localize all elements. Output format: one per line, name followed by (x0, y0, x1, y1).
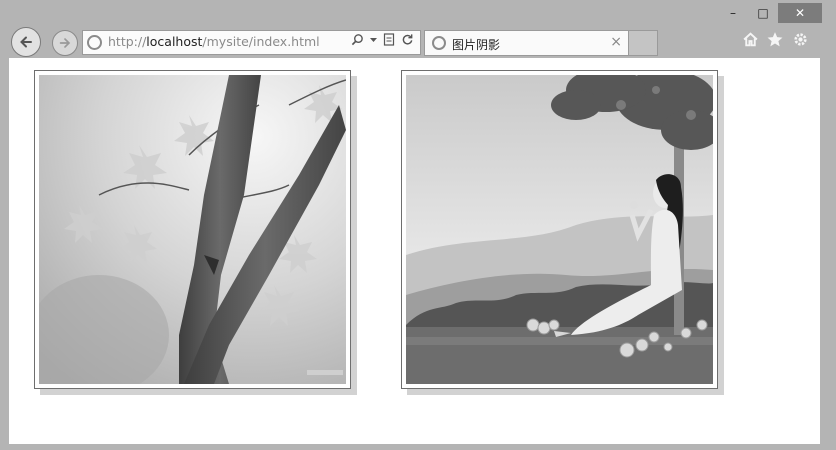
refresh-icon[interactable] (401, 33, 414, 46)
search-icon[interactable] (351, 33, 364, 46)
address-bar[interactable]: http://localhost/mysite/index.html (82, 30, 421, 55)
forward-button[interactable] (52, 30, 78, 56)
compatibility-icon[interactable] (383, 33, 395, 46)
favorites-star-icon[interactable] (766, 31, 784, 48)
site-ie-icon (87, 35, 102, 50)
settings-gear-icon[interactable] (792, 31, 809, 48)
page-content (9, 58, 820, 444)
image-frame-woman (401, 70, 718, 389)
url-path: /mysite/index.html (202, 34, 320, 49)
dropdown-icon[interactable] (370, 33, 377, 46)
tab-close-icon[interactable]: × (610, 34, 622, 50)
minimize-button[interactable]: – (718, 3, 748, 23)
address-bar-icons (351, 33, 414, 46)
browser-window: – □ ✕ http://localhost/mysite/index.html… (0, 0, 836, 450)
url-text[interactable]: http://localhost/mysite/index.html (108, 34, 320, 49)
home-icon[interactable] (742, 31, 759, 48)
tab-active[interactable]: 图片阴影 × (424, 30, 629, 56)
forward-icon (59, 38, 71, 48)
back-button[interactable] (11, 27, 41, 57)
back-icon (20, 36, 32, 48)
maximize-button[interactable]: □ (748, 3, 778, 23)
new-tab-button[interactable] (629, 30, 658, 56)
url-scheme: http:// (108, 34, 147, 49)
image-frame-branch (34, 70, 351, 389)
url-host: localhost (146, 34, 203, 49)
photo-branch (39, 75, 346, 384)
tab-ie-icon (432, 36, 446, 50)
photo-woman (406, 75, 713, 384)
tab-title: 图片阴影 (452, 38, 501, 52)
close-window-button[interactable]: ✕ (778, 3, 822, 23)
